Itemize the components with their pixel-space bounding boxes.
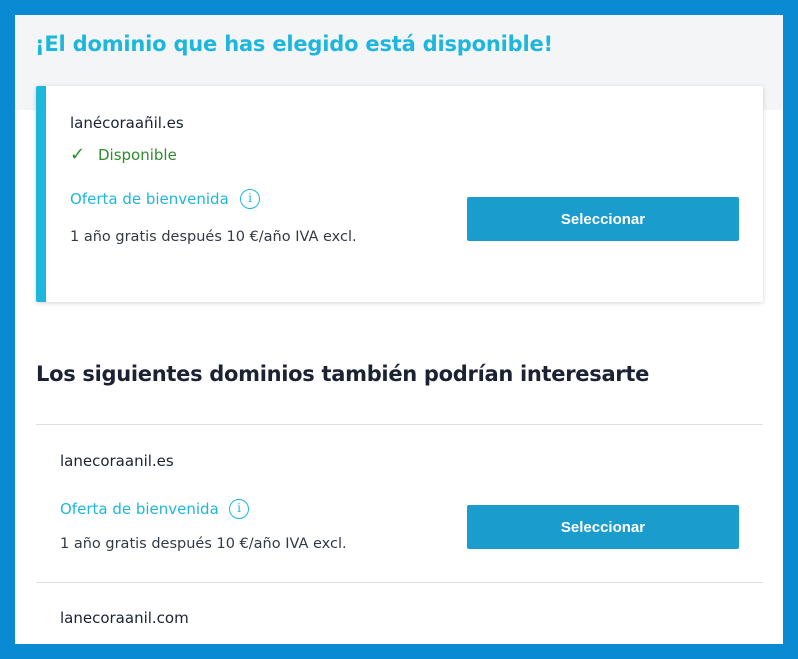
price-text: 1 año gratis después 10 €/año IVA excl. (60, 536, 347, 552)
availability-status: ✓ Disponible (70, 144, 177, 165)
welcome-offer-label: Oferta de bienvenida (70, 190, 229, 208)
selected-domain-name: lanécoraañil.es (70, 114, 184, 132)
info-icon[interactable]: i (229, 499, 249, 519)
price-text: 1 año gratis después 10 €/año IVA excl. (70, 229, 357, 245)
welcome-offer-label: Oferta de bienvenida (60, 500, 219, 518)
card-accent-bar (36, 86, 46, 302)
suggested-domain-name: lanecoraanil.es (60, 452, 174, 470)
availability-headline: ¡El dominio que has elegido está disponi… (35, 32, 553, 56)
page-frame: ¡El dominio que has elegido está disponi… (15, 15, 783, 644)
selected-domain-card: lanécoraañil.es ✓ Disponible Oferta de bi… (36, 86, 763, 302)
divider (36, 582, 763, 583)
divider (36, 424, 763, 425)
suggested-domain-name: lanecoraanil.com (60, 609, 189, 627)
select-button[interactable]: Seleccionar (467, 197, 739, 241)
suggestions-title: Los siguientes dominios también podrían … (36, 362, 650, 386)
info-icon[interactable]: i (240, 189, 260, 209)
checkmark-icon: ✓ (70, 144, 86, 165)
select-button[interactable]: Seleccionar (467, 505, 739, 549)
availability-status-label: Disponible (98, 146, 177, 164)
